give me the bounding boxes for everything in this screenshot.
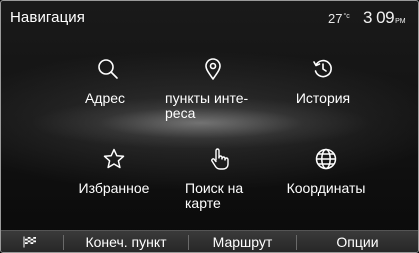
address-button[interactable]: Адрес <box>48 57 168 147</box>
coordinates-button[interactable]: Координаты <box>266 147 386 237</box>
page-title: Навигация <box>10 9 85 26</box>
outside-temperature: 27°c <box>328 11 350 26</box>
location-pin-icon <box>201 57 225 81</box>
temperature-unit: °c <box>343 13 350 20</box>
clock: 3 09PM <box>363 8 406 28</box>
navigation-screen: Навигация 27°c 3 09PM Адрес пункты инте-… <box>0 0 419 253</box>
star-icon <box>102 147 126 171</box>
bottom-action-bar: Конеч. пункт Маршрут Опции <box>1 230 418 252</box>
options-button[interactable]: Опции <box>297 231 418 252</box>
history-button[interactable]: История <box>263 57 383 147</box>
favorites-label: Избранное <box>78 180 150 196</box>
route-button[interactable]: Маршрут <box>189 231 296 252</box>
search-icon <box>96 57 120 81</box>
globe-icon <box>314 147 338 171</box>
clock-ampm: PM <box>395 18 406 25</box>
hand-pointer-icon <box>207 147 231 171</box>
history-icon <box>311 57 335 81</box>
favorites-button[interactable]: Избранное <box>54 147 174 237</box>
search-on-map-button[interactable]: Поиск на карте <box>159 147 279 237</box>
destination-button[interactable]: Конеч. пункт <box>64 231 188 252</box>
history-label: История <box>295 90 351 106</box>
header-bar: Навигация 27°c 3 09PM <box>1 1 418 37</box>
clock-time: 3 09 <box>363 8 395 27</box>
coordinates-label: Координаты <box>286 180 366 196</box>
temperature-value: 27 <box>328 11 343 26</box>
address-label: Адрес <box>84 90 126 106</box>
points-of-interest-button[interactable]: пункты инте- реса <box>153 57 273 147</box>
checkered-flag-icon[interactable] <box>23 236 37 248</box>
